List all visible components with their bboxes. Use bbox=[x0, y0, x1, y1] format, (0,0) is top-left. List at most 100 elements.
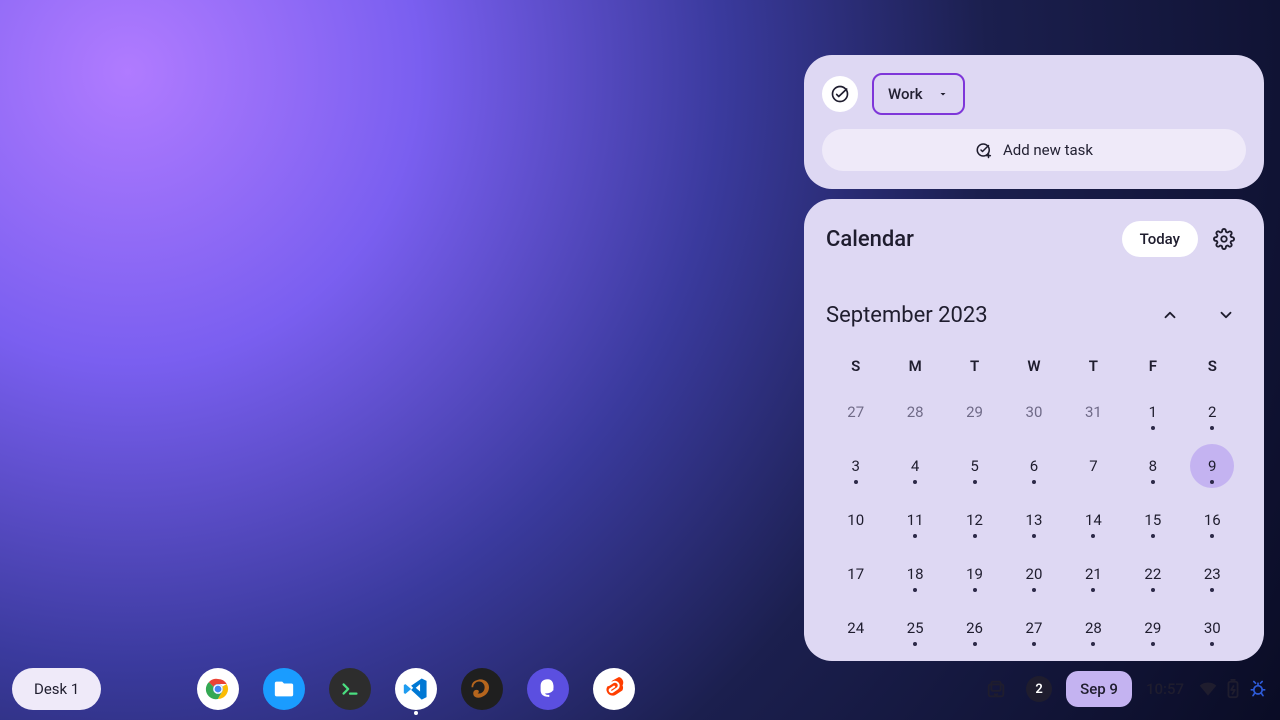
task-list-selector[interactable]: Work bbox=[872, 73, 965, 115]
calendar-day[interactable]: 18 bbox=[893, 552, 937, 596]
calendar-dow: M bbox=[885, 357, 944, 375]
calendar-dow: T bbox=[945, 357, 1004, 375]
calendar-day[interactable]: 30 bbox=[1012, 390, 1056, 434]
event-dot-icon bbox=[973, 534, 977, 538]
event-dot-icon bbox=[973, 480, 977, 484]
tasks-checkmark-icon[interactable] bbox=[822, 76, 858, 112]
calendar-day[interactable]: 14 bbox=[1071, 498, 1115, 542]
calendar-day[interactable]: 27 bbox=[834, 390, 878, 434]
calendar-day[interactable]: 5 bbox=[953, 444, 997, 488]
calendar-day[interactable]: 11 bbox=[893, 498, 937, 542]
calendar-week-row: 24 25 26 27 28 29 30 bbox=[826, 601, 1242, 655]
calendar-day[interactable]: 8 bbox=[1131, 444, 1175, 488]
calendar-grid: 2728293031123456789101112131415161718192… bbox=[826, 385, 1242, 655]
calendar-day[interactable]: 19 bbox=[953, 552, 997, 596]
add-task-icon bbox=[975, 141, 993, 159]
app-svelte-icon[interactable] bbox=[593, 668, 635, 710]
wifi-icon[interactable] bbox=[1198, 679, 1218, 699]
calendar-day[interactable]: 26 bbox=[953, 606, 997, 650]
notification-badge[interactable]: 2 bbox=[1026, 676, 1052, 702]
calendar-day[interactable]: 2 bbox=[1190, 390, 1234, 434]
chevron-down-icon bbox=[937, 88, 949, 100]
calendar-next-month-button[interactable] bbox=[1210, 299, 1242, 331]
event-dot-icon bbox=[973, 588, 977, 592]
calendar-dow: W bbox=[1004, 357, 1063, 375]
event-dot-icon bbox=[1210, 642, 1214, 646]
calendar-day[interactable]: 25 bbox=[893, 606, 937, 650]
calendar-day[interactable]: 24 bbox=[834, 606, 878, 650]
calendar-title: Calendar bbox=[826, 227, 914, 252]
calendar-day[interactable]: 22 bbox=[1131, 552, 1175, 596]
event-dot-icon bbox=[1210, 480, 1214, 484]
tote-icon bbox=[985, 678, 1007, 700]
tray-date[interactable]: Sep 9 bbox=[1066, 671, 1132, 707]
calendar-week-row: 17 18 19 20 21 22 23 bbox=[826, 547, 1242, 601]
today-button[interactable]: Today bbox=[1122, 221, 1198, 257]
calendar-day[interactable]: 16 bbox=[1190, 498, 1234, 542]
chevron-up-icon bbox=[1161, 306, 1179, 324]
calendar-day[interactable]: 23 bbox=[1190, 552, 1234, 596]
battery-icon[interactable] bbox=[1226, 679, 1240, 699]
system-tray: 2 Sep 9 10:57 bbox=[980, 671, 1268, 707]
calendar-day[interactable]: 12 bbox=[953, 498, 997, 542]
add-task-label: Add new task bbox=[1003, 141, 1093, 159]
calendar-day[interactable]: 29 bbox=[1131, 606, 1175, 650]
event-dot-icon bbox=[1091, 642, 1095, 646]
event-dot-icon bbox=[1210, 426, 1214, 430]
event-dot-icon bbox=[1151, 480, 1155, 484]
calendar-month-label: September 2023 bbox=[826, 303, 988, 328]
calendar-day[interactable]: 29 bbox=[953, 390, 997, 434]
add-task-button[interactable]: Add new task bbox=[822, 129, 1246, 171]
calendar-day[interactable]: 3 bbox=[834, 444, 878, 488]
app-mastodon-icon[interactable] bbox=[527, 668, 569, 710]
calendar-prev-month-button[interactable] bbox=[1154, 299, 1186, 331]
event-dot-icon bbox=[913, 642, 917, 646]
event-dot-icon bbox=[1032, 534, 1036, 538]
calendar-day[interactable]: 15 bbox=[1131, 498, 1175, 542]
event-dot-icon bbox=[1032, 588, 1036, 592]
calendar-day[interactable]: 6 bbox=[1012, 444, 1056, 488]
desk-switcher[interactable]: Desk 1 bbox=[12, 668, 101, 710]
calendar-dow: F bbox=[1123, 357, 1182, 375]
tote-tray-button[interactable] bbox=[980, 673, 1012, 705]
app-files-icon[interactable] bbox=[263, 668, 305, 710]
calendar-day[interactable]: 7 bbox=[1071, 444, 1115, 488]
calendar-week-row: 10 11 12 13 14 15 16 bbox=[826, 493, 1242, 547]
app-chrome-icon[interactable] bbox=[197, 668, 239, 710]
calendar-day[interactable]: 28 bbox=[893, 390, 937, 434]
calendar-day[interactable]: 31 bbox=[1071, 390, 1115, 434]
task-list-label: Work bbox=[888, 85, 923, 103]
calendar-week-row: 27 28 29 30 31 12 bbox=[826, 385, 1242, 439]
shelf-apps bbox=[197, 668, 635, 710]
bug-icon[interactable] bbox=[1248, 679, 1268, 699]
calendar-day[interactable]: 21 bbox=[1071, 552, 1115, 596]
event-dot-icon bbox=[1032, 480, 1036, 484]
event-dot-icon bbox=[1032, 642, 1036, 646]
calendar-day[interactable]: 1 bbox=[1131, 390, 1175, 434]
tasks-widget: Work Add new task bbox=[804, 55, 1264, 189]
tray-clock[interactable]: 10:57 bbox=[1146, 680, 1184, 698]
event-dot-icon bbox=[1151, 534, 1155, 538]
calendar-day[interactable]: 27 bbox=[1012, 606, 1056, 650]
event-dot-icon bbox=[854, 480, 858, 484]
app-vscode-icon[interactable] bbox=[395, 668, 437, 710]
calendar-day[interactable]: 9 bbox=[1190, 444, 1234, 488]
calendar-day[interactable]: 10 bbox=[834, 498, 878, 542]
calendar-day[interactable]: 4 bbox=[893, 444, 937, 488]
calendar-day[interactable]: 17 bbox=[834, 552, 878, 596]
event-dot-icon bbox=[913, 588, 917, 592]
calendar-day[interactable]: 30 bbox=[1190, 606, 1234, 650]
event-dot-icon bbox=[1151, 426, 1155, 430]
calendar-day[interactable]: 13 bbox=[1012, 498, 1056, 542]
calendar-day[interactable]: 28 bbox=[1071, 606, 1115, 650]
event-dot-icon bbox=[1091, 534, 1095, 538]
event-dot-icon bbox=[1210, 588, 1214, 592]
calendar-week-row: 3456789 bbox=[826, 439, 1242, 493]
app-terminal-icon[interactable] bbox=[329, 668, 371, 710]
event-dot-icon bbox=[913, 480, 917, 484]
app-dbeaver-icon[interactable] bbox=[461, 668, 503, 710]
event-dot-icon bbox=[1151, 588, 1155, 592]
calendar-settings-button[interactable] bbox=[1206, 221, 1242, 257]
event-dot-icon bbox=[973, 642, 977, 646]
calendar-day[interactable]: 20 bbox=[1012, 552, 1056, 596]
